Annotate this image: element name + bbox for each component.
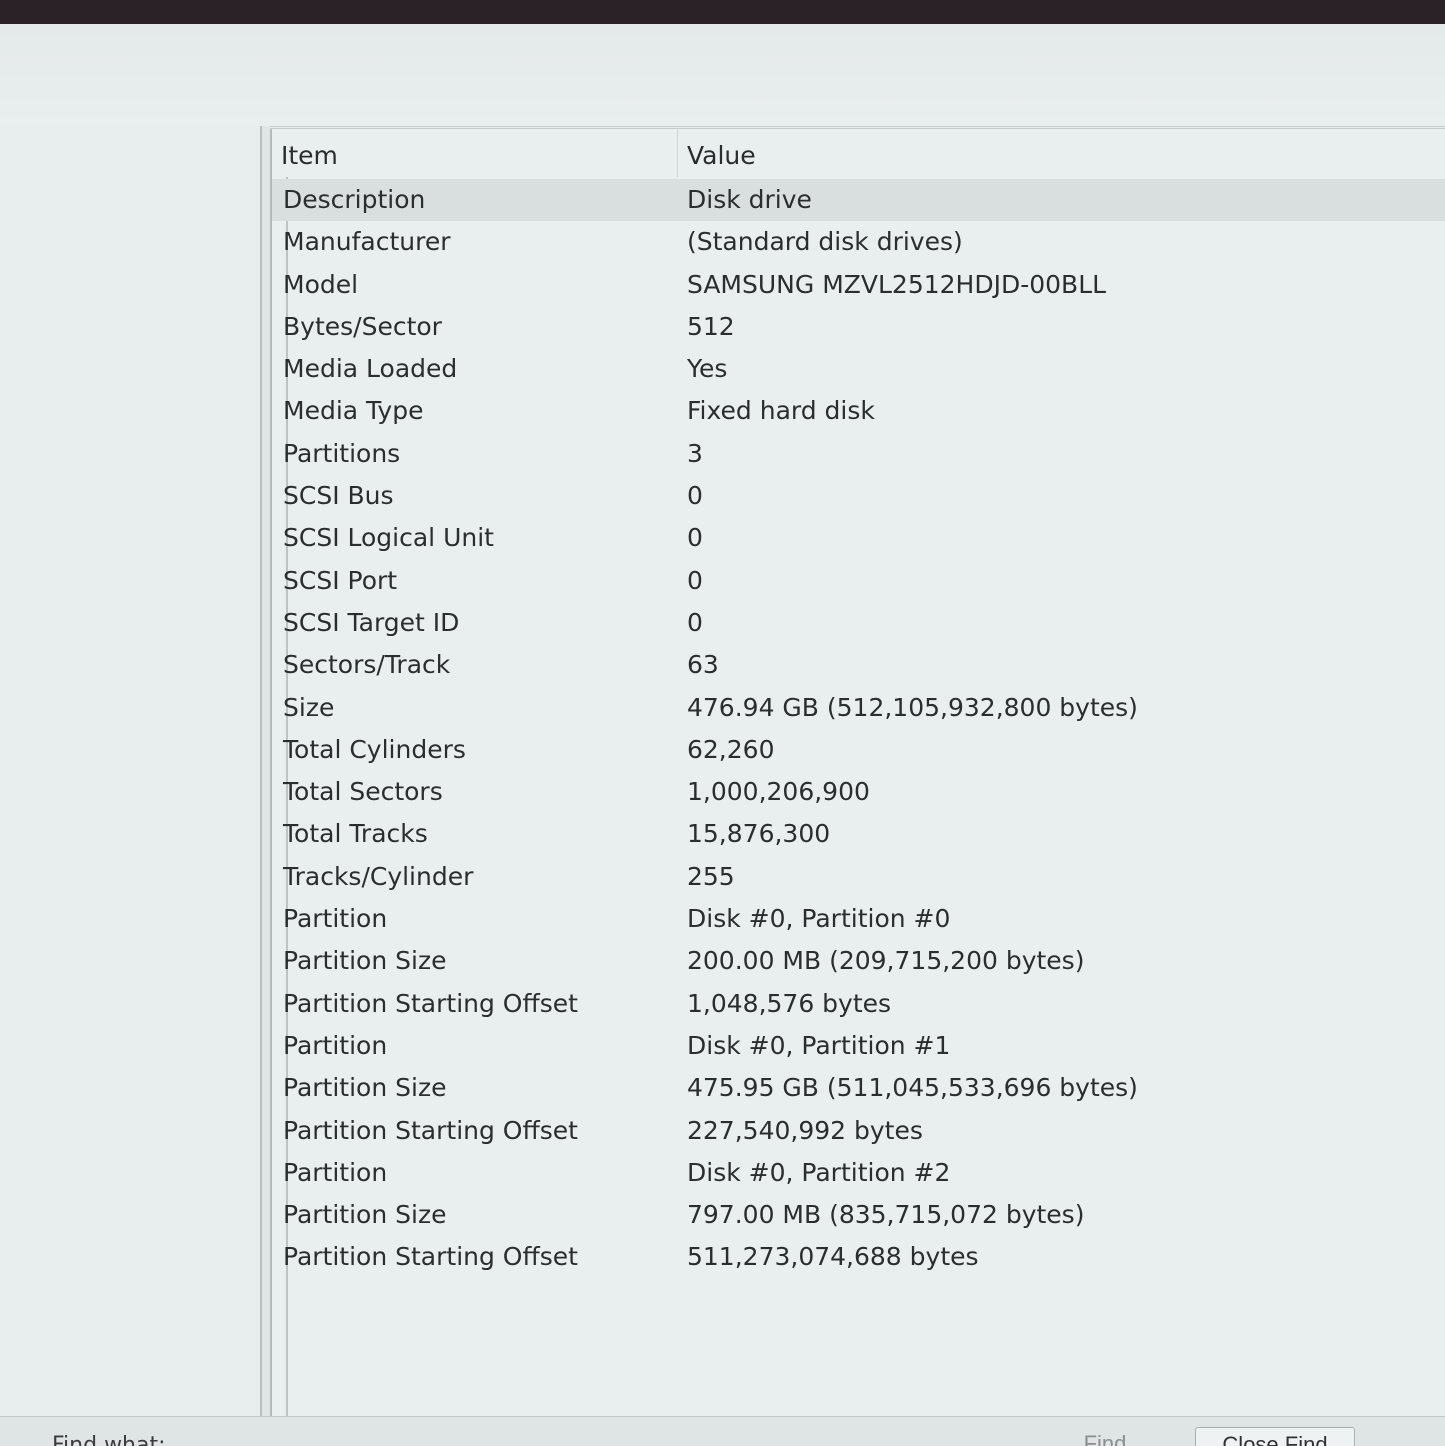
table-row[interactable]: Partition Disk #0, Partition #0: [272, 898, 1445, 940]
row-value-cell: 475.95 GB (511,045,533,696 bytes): [687, 1073, 1138, 1103]
row-item-cell: Partition: [283, 1030, 388, 1060]
row-value-cell: Yes: [687, 354, 728, 384]
row-value-cell: Disk #0, Partition #2: [687, 1157, 951, 1187]
row-value-cell: 1,048,576 bytes: [687, 988, 892, 1018]
row-value-cell: Disk drive: [687, 185, 812, 214]
list-rows: Description Disk drive Manufacturer (Standa…: [272, 179, 1445, 1279]
table-row[interactable]: Partition Size 797.00 MB (835,715,072 byt…: [272, 1194, 1445, 1236]
pane-splitter[interactable]: [262, 126, 270, 1416]
table-row[interactable]: SCSI Target ID 0: [272, 602, 1445, 644]
table-row[interactable]: Total Tracks 15,876,300: [272, 813, 1445, 855]
table-row[interactable]: Partition Disk #0, Partition #1: [272, 1025, 1445, 1067]
find-bar: Find what: Find Close Find: [0, 1416, 1445, 1446]
row-value-cell: 0: [687, 481, 703, 511]
table-row[interactable]: Media Type Fixed hard disk: [272, 390, 1445, 432]
row-item-cell: Partition: [283, 904, 388, 934]
table-row[interactable]: Partition Starting Offset 511,273,074,688…: [272, 1236, 1445, 1278]
table-row[interactable]: SCSI Bus 0: [272, 475, 1445, 517]
row-item-cell: Tracks/Cylinder: [283, 861, 474, 891]
row-item-cell: Partition Size: [283, 946, 447, 976]
table-row[interactable]: Media Loaded Yes: [272, 348, 1445, 390]
row-item-cell: Manufacturer: [283, 227, 451, 257]
row-value-cell: SAMSUNG MZVL2512HDJD-00BLL: [687, 269, 1107, 299]
table-row[interactable]: Partition Starting Offset 1,048,576 bytes: [272, 983, 1445, 1025]
row-value-cell: 255: [687, 861, 735, 891]
details-list-view[interactable]: Item Value Description Disk drive Manufact…: [270, 128, 1445, 1417]
row-item-cell: Partition Starting Offset: [283, 1242, 578, 1272]
table-row[interactable]: Size 476.94 GB (512,105,932,800 bytes): [272, 687, 1445, 729]
row-value-cell: 15,876,300: [687, 819, 831, 849]
table-row[interactable]: Total Sectors 1,000,206,900: [272, 771, 1445, 813]
table-row[interactable]: Model SAMSUNG MZVL2512HDJD-00BLL: [272, 264, 1445, 306]
row-value-cell: 511,273,074,688 bytes: [687, 1242, 979, 1272]
row-value-cell: 797.00 MB (835,715,072 bytes): [687, 1200, 1085, 1230]
row-value-cell: 1,000,206,900: [687, 777, 870, 807]
table-row[interactable]: Partition Size 475.95 GB (511,045,533,696…: [272, 1067, 1445, 1109]
row-value-cell: 63: [687, 650, 719, 680]
column-header-value[interactable]: Value: [687, 141, 756, 170]
row-item-cell: Total Sectors: [283, 777, 443, 807]
table-row[interactable]: SCSI Port 0: [272, 560, 1445, 602]
table-row[interactable]: Manufacturer (Standard disk drives): [272, 221, 1445, 263]
row-item-cell: Bytes/Sector: [283, 311, 442, 341]
screen-bezel: [0, 0, 1445, 24]
row-item-cell: Size: [283, 692, 335, 722]
table-row[interactable]: Description Disk drive: [272, 179, 1445, 222]
row-item-cell: Partition Starting Offset: [283, 988, 578, 1018]
row-item-cell: Partition Starting Offset: [283, 1115, 578, 1145]
row-value-cell: 227,540,992 bytes: [687, 1115, 923, 1145]
row-value-cell: 476.94 GB (512,105,932,800 bytes): [687, 692, 1138, 722]
table-row[interactable]: SCSI Logical Unit 0: [272, 517, 1445, 559]
row-item-cell: Partitions: [283, 438, 401, 468]
table-row[interactable]: Bytes/Sector 512: [272, 306, 1445, 348]
list-header: Item Value: [272, 129, 1445, 177]
row-value-cell: 512: [687, 311, 735, 341]
row-value-cell: 200.00 MB (209,715,200 bytes): [687, 946, 1085, 976]
row-value-cell: Fixed hard disk: [687, 396, 875, 426]
row-item-cell: SCSI Bus: [283, 481, 394, 511]
row-item-cell: Total Tracks: [283, 819, 428, 849]
row-item-cell: Partition: [283, 1157, 388, 1187]
row-item-cell: SCSI Target ID: [283, 607, 460, 637]
row-value-cell: 0: [687, 607, 703, 637]
row-item-cell: Partition Size: [283, 1073, 447, 1103]
row-item-cell: Description: [283, 185, 426, 214]
table-row[interactable]: Partition Size 200.00 MB (209,715,200 byt…: [272, 940, 1445, 982]
row-value-cell: 62,260: [687, 734, 775, 764]
column-header-item[interactable]: Item: [281, 141, 338, 170]
table-row[interactable]: Total Cylinders 62,260: [272, 729, 1445, 771]
table-row[interactable]: Sectors/Track 63: [272, 644, 1445, 686]
find-what-label: Find what:: [52, 1433, 166, 1446]
category-tree-pane[interactable]: [0, 126, 262, 1416]
row-item-cell: SCSI Logical Unit: [283, 523, 494, 553]
find-button[interactable]: Find: [1060, 1429, 1150, 1446]
table-row[interactable]: Partition Disk #0, Partition #2: [272, 1152, 1445, 1194]
row-value-cell: (Standard disk drives): [687, 227, 963, 257]
row-item-cell: SCSI Port: [283, 565, 398, 595]
row-item-cell: Sectors/Track: [283, 650, 451, 680]
table-row[interactable]: Partitions 3: [272, 433, 1445, 475]
row-value-cell: Disk #0, Partition #1: [687, 1030, 951, 1060]
row-value-cell: 3: [687, 438, 703, 468]
close-find-button[interactable]: Close Find: [1195, 1427, 1355, 1446]
column-divider[interactable]: [677, 129, 678, 177]
row-value-cell: 0: [687, 565, 703, 595]
row-item-cell: Model: [283, 269, 359, 299]
row-item-cell: Media Loaded: [283, 354, 458, 384]
table-row[interactable]: Partition Starting Offset 227,540,992 byt…: [272, 1110, 1445, 1152]
row-item-cell: Partition Size: [283, 1200, 447, 1230]
table-row[interactable]: Tracks/Cylinder 255: [272, 856, 1445, 898]
window-toolbar: [0, 24, 1445, 127]
row-value-cell: Disk #0, Partition #0: [687, 904, 951, 934]
row-value-cell: 0: [687, 523, 703, 553]
row-item-cell: Media Type: [283, 396, 424, 426]
row-item-cell: Total Cylinders: [283, 734, 466, 764]
